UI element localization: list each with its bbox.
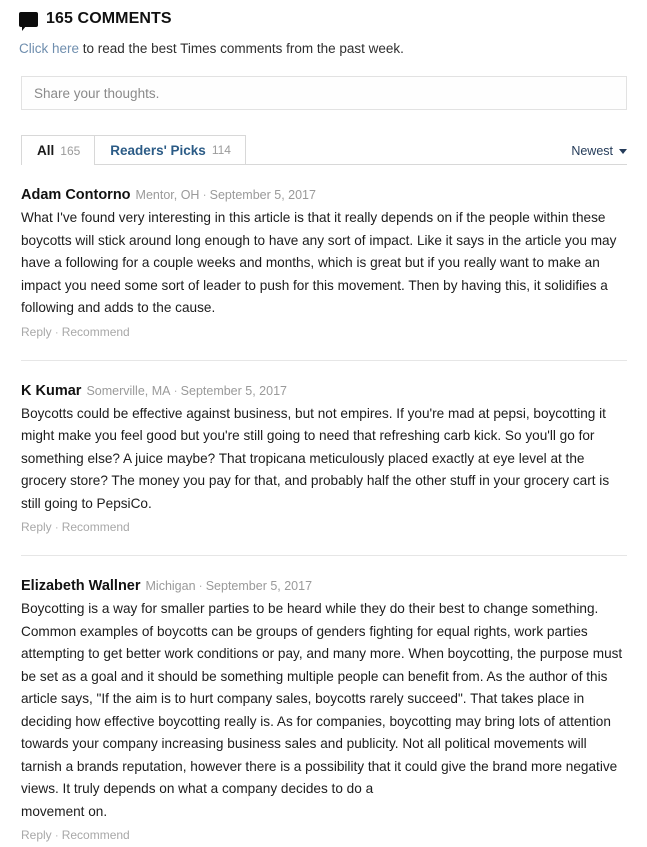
chevron-down-icon bbox=[619, 148, 627, 154]
comment-tabs: All 165 Readers' Picks 114 Newest bbox=[21, 134, 627, 165]
comment-author[interactable]: Adam Contorno bbox=[21, 187, 131, 203]
share-thoughts-input[interactable]: Share your thoughts. bbox=[21, 76, 627, 110]
comment-author[interactable]: Elizabeth Wallner bbox=[21, 578, 141, 594]
comment-actions: Reply · Recommend bbox=[21, 519, 627, 535]
action-separator: · bbox=[54, 324, 59, 339]
comment-meta: Adam Contorno Mentor, OH · September 5, 201… bbox=[21, 186, 627, 204]
comment-body: What I've found very interesting in this… bbox=[21, 210, 617, 315]
comment-meta: K Kumar Somerville, MA · September 5, 2017 bbox=[21, 382, 627, 400]
subhead-text: to read the best Times comments from the… bbox=[79, 41, 404, 56]
comment-item: K Kumar Somerville, MA · September 5, 2017 … bbox=[21, 359, 627, 540]
comment-actions: Reply · Recommend bbox=[21, 324, 627, 340]
meta-separator: · bbox=[202, 188, 207, 202]
comment-body: Boycotts could be effective against busi… bbox=[21, 405, 610, 511]
subhead: Click here to read the best Times commen… bbox=[0, 31, 647, 58]
comment-location: Mentor, OH bbox=[135, 188, 200, 202]
action-separator: · bbox=[54, 520, 59, 534]
page-title: 165 COMMENTS bbox=[46, 10, 172, 27]
sort-dropdown-label: Newest bbox=[571, 144, 613, 158]
action-separator: · bbox=[54, 828, 59, 842]
share-comment-section: Share your thoughts. bbox=[0, 58, 647, 110]
comments-header: 165 COMMENTS bbox=[0, 0, 647, 31]
comment-item: Adam Contorno Mentor, OH · September 5, 201… bbox=[21, 165, 627, 344]
recommend-link[interactable]: Recommend bbox=[62, 325, 130, 339]
share-input-placeholder: Share your thoughts. bbox=[34, 85, 160, 101]
tab-readers-picks-label: Readers' Picks bbox=[110, 142, 206, 158]
comment-location: Michigan bbox=[145, 579, 196, 593]
comment-body: Boycotting is a way for smaller parties … bbox=[21, 601, 623, 796]
comment-date: September 5, 2017 bbox=[209, 188, 316, 202]
meta-separator: · bbox=[198, 579, 203, 593]
reply-link[interactable]: Reply bbox=[21, 325, 52, 339]
comment-meta: Elizabeth Wallner Michigan · September 5, 2… bbox=[21, 577, 627, 595]
recommend-link[interactable]: Recommend bbox=[62, 828, 130, 842]
comment-actions: Reply · Recommend bbox=[21, 827, 627, 843]
tab-all[interactable]: All 165 bbox=[21, 135, 96, 165]
tab-readers-picks-count: 114 bbox=[211, 143, 231, 157]
comment-date: September 5, 2017 bbox=[180, 383, 287, 398]
meta-separator: · bbox=[173, 383, 178, 398]
comment-bubble-icon bbox=[19, 11, 38, 31]
comment-body-tail: movement on. bbox=[21, 803, 108, 819]
comment-item: Elizabeth Wallner Michigan · September 5, 2… bbox=[21, 555, 627, 847]
tab-all-count: 165 bbox=[60, 143, 81, 158]
tab-all-label: All bbox=[37, 143, 55, 158]
comments-page: 165 COMMENTS Click here to read the best… bbox=[0, 0, 647, 842]
comment-date: September 5, 2017 bbox=[205, 579, 313, 593]
reply-link[interactable]: Reply bbox=[21, 520, 52, 534]
comment-list: Adam Contorno Mentor, OH · September 5, 201… bbox=[21, 165, 627, 847]
comment-location: Somerville, MA bbox=[86, 383, 171, 398]
reply-link[interactable]: Reply bbox=[21, 828, 52, 842]
sort-dropdown[interactable]: Newest bbox=[571, 144, 627, 164]
best-comments-link[interactable]: Click here bbox=[19, 41, 79, 56]
recommend-link[interactable]: Recommend bbox=[62, 520, 130, 534]
tab-readers-picks[interactable]: Readers' Picks 114 bbox=[95, 135, 246, 164]
comment-author[interactable]: K Kumar bbox=[21, 383, 81, 399]
